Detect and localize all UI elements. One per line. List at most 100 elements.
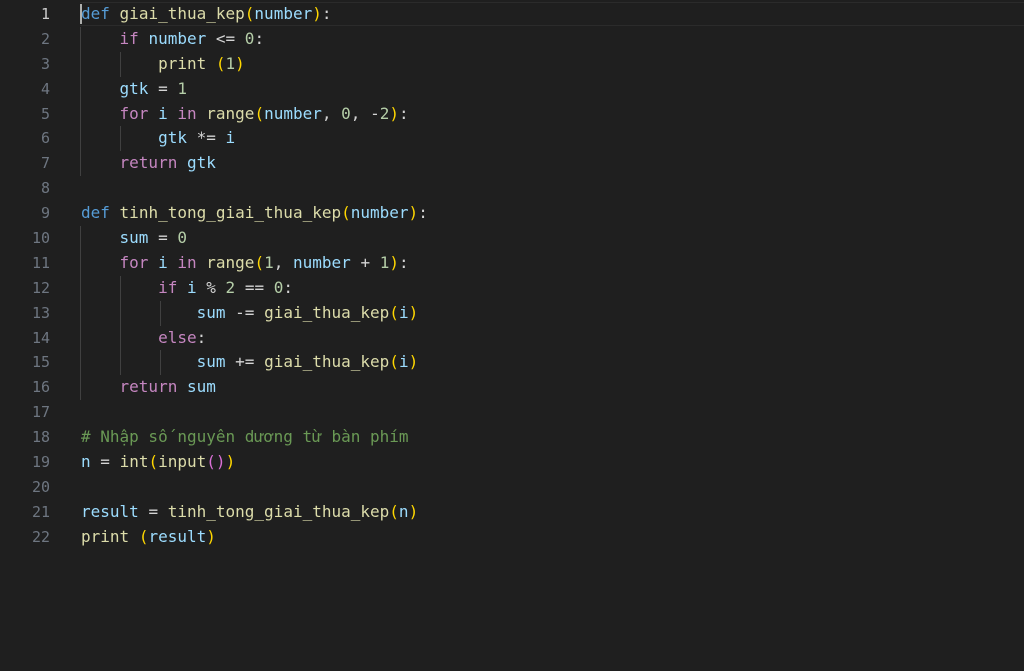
line-number-gutter: 1 2 3 4 5 6 7 8 9 10 11 12 13 14 15 16 1… xyxy=(0,2,50,550)
line-number: 20 xyxy=(31,477,50,496)
code-line[interactable]: result = tinh_tong_giai_thua_kep(n) xyxy=(81,500,1024,525)
code-line[interactable]: # Nhập số nguyên dương từ bàn phím xyxy=(81,425,1024,450)
line-number: 21 xyxy=(31,502,50,521)
code-token: 1 xyxy=(264,252,274,272)
code-token: = xyxy=(244,277,255,297)
code-token: in xyxy=(177,252,197,272)
indent-guide xyxy=(80,151,81,177)
code-token: = xyxy=(158,228,168,248)
code-line[interactable]: def giai_thua_kep(number): xyxy=(81,2,1024,27)
code-token: gtk xyxy=(158,128,187,148)
code-token: i xyxy=(158,252,168,272)
code-token: : xyxy=(399,103,409,123)
code-token: + xyxy=(235,352,245,372)
code-token: sum xyxy=(119,228,149,248)
code-token: result xyxy=(148,526,207,546)
line-number: 12 xyxy=(31,278,50,297)
code-token: ) xyxy=(408,501,419,521)
code-token: def xyxy=(81,203,110,223)
line-number: 4 xyxy=(40,79,50,98)
code-line[interactable] xyxy=(81,475,1024,500)
indent-guide xyxy=(80,325,81,351)
code-token: if xyxy=(119,28,139,48)
code-token: ( xyxy=(215,53,226,73)
code-token: int xyxy=(119,452,149,472)
code-token: sum xyxy=(196,302,226,322)
code-line[interactable]: sum = 0 xyxy=(80,226,1024,251)
code-line[interactable]: for i in range(1, number + 1): xyxy=(80,250,1024,276)
indent-guide xyxy=(120,325,121,351)
code-line[interactable]: return sum xyxy=(80,375,1024,401)
code-line[interactable]: return gtk xyxy=(80,151,1024,177)
code-token: ( xyxy=(254,252,265,272)
code-line[interactable] xyxy=(81,176,1024,201)
code-token: gtk xyxy=(119,78,149,98)
code-token: 0 xyxy=(244,28,255,48)
indent-guide xyxy=(120,126,121,152)
code-token: tinh_tong_giai_thua_kep xyxy=(167,501,390,521)
code-token: for xyxy=(119,103,149,123)
code-token: i xyxy=(398,352,409,372)
code-token: return xyxy=(119,377,178,397)
code-token: ) xyxy=(408,302,419,322)
code-token: ) xyxy=(206,526,216,546)
code-token: ) xyxy=(408,352,419,372)
code-line[interactable]: for i in range(number, 0, -2): xyxy=(80,101,1024,127)
code-token: range xyxy=(206,103,255,123)
code-token: 2 xyxy=(225,277,236,297)
code-area[interactable]: def giai_thua_kep(number): if number <= … xyxy=(80,2,1024,550)
code-token: if xyxy=(158,277,178,297)
code-line[interactable]: sum += giai_thua_kep(i) xyxy=(80,350,1024,376)
code-line[interactable]: print (result) xyxy=(81,525,1024,550)
code-token: ) xyxy=(312,4,322,23)
code-token: ( xyxy=(138,526,149,546)
code-token: : xyxy=(399,252,409,272)
code-token: ( xyxy=(148,452,159,472)
code-line[interactable]: print (1) xyxy=(80,51,1024,77)
code-line[interactable]: gtk *= i xyxy=(80,126,1024,152)
indent-guide xyxy=(80,350,81,376)
code-token: n xyxy=(81,452,91,472)
code-line[interactable]: gtk = 1 xyxy=(80,76,1024,102)
code-line[interactable]: if i % 2 == 0: xyxy=(80,275,1024,301)
line-number: 8 xyxy=(40,179,50,198)
code-token: + xyxy=(360,252,371,272)
code-line[interactable]: else: xyxy=(80,325,1024,351)
code-line[interactable]: if number <= 0: xyxy=(80,26,1024,52)
code-token: def xyxy=(81,4,110,23)
code-token: : xyxy=(418,203,428,223)
code-token: i xyxy=(158,103,168,123)
indent-guide xyxy=(80,250,81,276)
code-line[interactable]: def tinh_tong_giai_thua_kep(number): xyxy=(81,201,1024,226)
code-token: return xyxy=(119,153,178,173)
code-token: % xyxy=(206,277,216,297)
code-token: = xyxy=(100,452,110,472)
code-token: ) xyxy=(389,252,399,272)
code-line[interactable] xyxy=(81,400,1024,425)
code-token: - xyxy=(370,103,380,123)
code-token: 1 xyxy=(177,78,187,98)
indent-guide xyxy=(80,275,81,301)
code-comment: # Nhập số nguyên dương từ bàn phím xyxy=(81,427,409,447)
code-token: = xyxy=(148,501,159,521)
code-editor[interactable]: 1 2 3 4 5 6 7 8 9 10 11 12 13 14 15 16 1… xyxy=(0,0,1024,671)
code-line[interactable]: n = int(input()) xyxy=(81,450,1024,475)
code-token: = xyxy=(254,277,265,297)
code-token: 0 xyxy=(341,103,351,123)
line-number: 2 xyxy=(40,29,50,48)
code-line[interactable]: sum -= giai_thua_kep(i) xyxy=(80,300,1024,326)
